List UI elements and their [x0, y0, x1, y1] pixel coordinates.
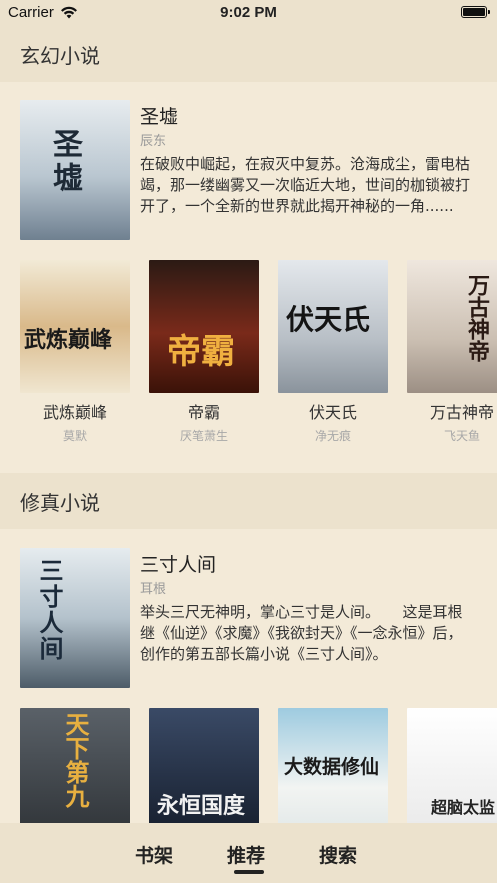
book-item[interactable]: 大数据修仙 — [278, 708, 388, 823]
cover-title-art: 永恒国度 — [157, 793, 246, 819]
book-cover[interactable]: 武炼巅峰 — [20, 260, 130, 393]
section-title: 玄幻小说 — [20, 44, 100, 68]
book-title: 伏天氏 — [308, 403, 357, 422]
section-header-xuanhuan: 玄幻小说 — [0, 26, 497, 82]
cover-title-art: 武炼巅峰 — [24, 327, 113, 353]
book-item[interactable]: 天下第九 — [20, 708, 130, 823]
book-author: 净无痕 — [314, 429, 351, 443]
cover-title-art: 伏天氏 — [286, 303, 371, 336]
book-item[interactable]: 万古神帝 万古神帝 飞天鱼 — [407, 260, 497, 444]
book-cover[interactable]: 超脑太监 — [407, 708, 497, 823]
book-title: 武炼巅峰 — [42, 403, 107, 422]
book-title: 帝霸 — [187, 403, 220, 422]
book-author: 飞天鱼 — [443, 429, 480, 443]
cover-title-art: 万古神帝 — [464, 274, 490, 362]
book-row: 天下第九 永恒国度 大数据修仙 超脑太监 — [0, 708, 497, 823]
featured-book[interactable]: 三寸人间 三寸人间 耳根 举头三尺无神明，掌心三寸是人间。 这是耳根继《仙逆》《… — [0, 548, 497, 698]
tab-search[interactable]: 搜索 — [319, 841, 357, 868]
book-title: 万古神帝 — [429, 403, 494, 422]
book-cover[interactable]: 伏天氏 — [278, 260, 388, 393]
book-cover[interactable]: 圣墟 — [20, 100, 130, 240]
featured-book[interactable]: 圣墟 圣墟 辰东 在破败中崛起，在寂灭中复苏。沧海成尘，雷电枯竭，那一缕幽雾又一… — [0, 100, 497, 250]
book-author: 莫默 — [62, 429, 87, 443]
section-header-xiuzhen: 修真小说 — [0, 473, 497, 529]
book-item[interactable]: 武炼巅峰 武炼巅峰 莫默 — [20, 260, 130, 444]
tab-bookshelf[interactable]: 书架 — [135, 841, 173, 868]
book-cover[interactable]: 永恒国度 — [149, 708, 259, 823]
book-item[interactable]: 帝霸 帝霸 厌笔萧生 — [149, 260, 259, 444]
book-cover[interactable]: 帝霸 — [149, 260, 259, 393]
tab-bar: 书架 推荐 搜索 — [0, 823, 497, 883]
book-cover[interactable]: 万古神帝 — [407, 260, 497, 393]
book-item[interactable]: 永恒国度 — [149, 708, 259, 823]
section-title: 修真小说 — [20, 491, 100, 515]
status-time: 9:02 PM — [220, 4, 277, 21]
book-title: 三寸人间 — [140, 554, 217, 576]
book-author: 耳根 — [140, 582, 167, 597]
cover-title-art: 大数据修仙 — [284, 756, 380, 778]
tab-recommend[interactable]: 推荐 — [227, 841, 265, 868]
active-tab-indicator — [234, 870, 264, 874]
book-author: 辰东 — [140, 134, 167, 149]
cover-title-art: 帝霸 — [167, 332, 235, 372]
book-item[interactable]: 伏天氏 伏天氏 净无痕 — [278, 260, 388, 444]
cover-title-art: 天下第九 — [61, 712, 90, 808]
book-item[interactable]: 超脑太监 — [407, 708, 497, 823]
book-author: 厌笔萧生 — [179, 429, 228, 443]
battery-icon — [461, 6, 490, 18]
book-cover[interactable]: 大数据修仙 — [278, 708, 388, 823]
book-row: 武炼巅峰 武炼巅峰 莫默 帝霸 帝霸 厌笔萧生 伏天氏 伏天氏 净无痕 万古神帝… — [0, 260, 497, 460]
cover-title-art: 圣墟 — [47, 128, 82, 196]
book-description: 在破败中崛起，在寂灭中复苏。沧海成尘，雷电枯竭，那一缕幽雾又一次临近大地，世间的… — [140, 155, 471, 215]
cover-title-art: 超脑太监 — [431, 798, 496, 817]
book-cover[interactable]: 三寸人间 — [20, 548, 130, 688]
status-bar: Carrier 9:02 PM — [0, 0, 497, 26]
book-cover[interactable]: 天下第九 — [20, 708, 130, 823]
book-title: 圣墟 — [140, 106, 179, 128]
book-description: 举头三尺无神明，掌心三寸是人间。 这是耳根继《仙逆》《求魔》《我欲封天》《一念永… — [140, 603, 463, 663]
cover-title-art: 三寸人间 — [35, 558, 64, 662]
